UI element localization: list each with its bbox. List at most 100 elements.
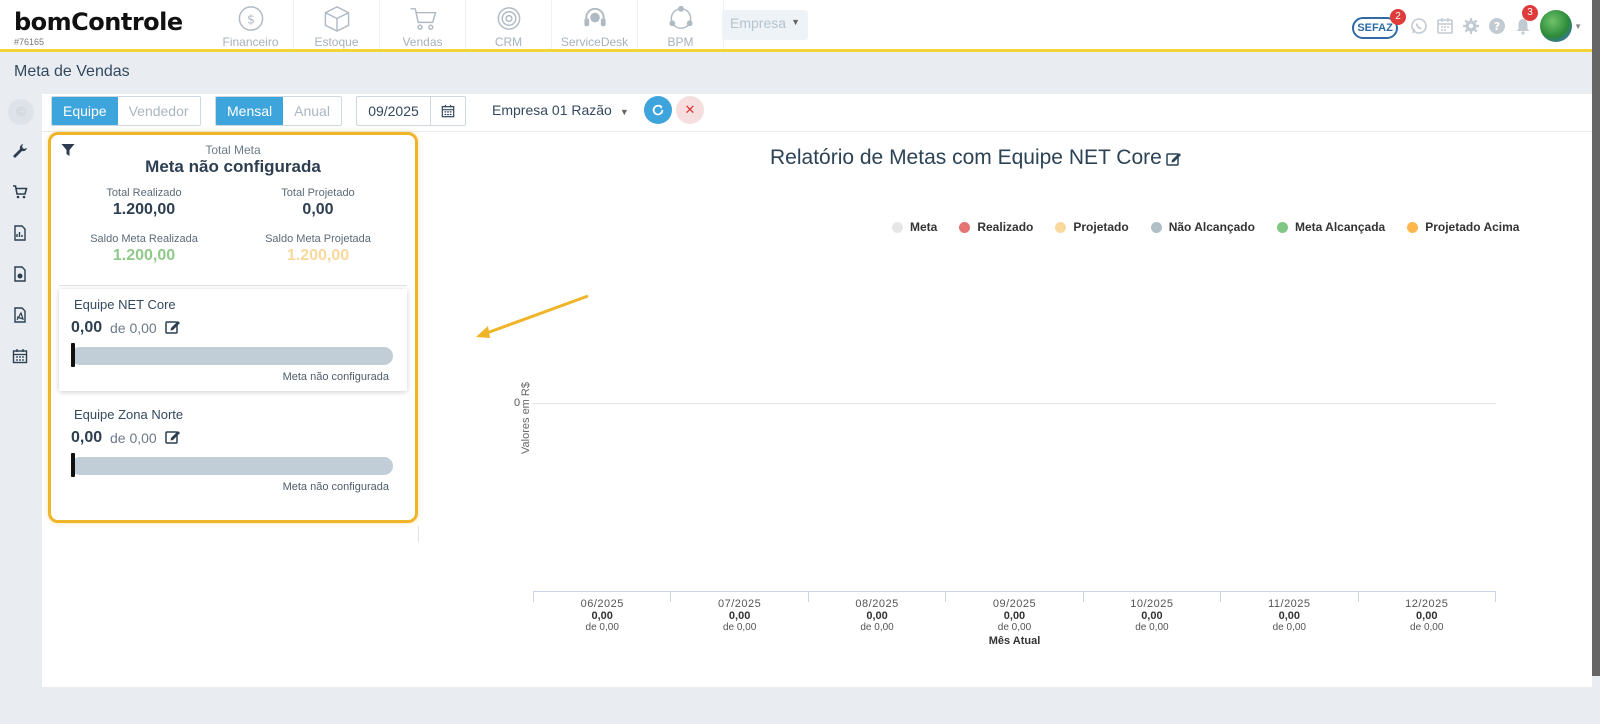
x-category-label: 11/2025 0,00 de 0,00 <box>1221 598 1357 634</box>
team-progress-marker <box>71 453 75 477</box>
legend-label: Meta <box>910 220 938 234</box>
legend-label: Meta Alcançada <box>1294 220 1386 234</box>
top-right-actions: SEFAZ 2 ? 3 ▼ <box>1352 5 1582 44</box>
saldo-realizada-label: Saldo Meta Realizada <box>90 233 198 245</box>
scope-equipe-button[interactable]: Equipe <box>52 97 118 125</box>
calendar-icon <box>1437 18 1453 34</box>
saldo-meta-projetada: Saldo Meta Projetada 1.200,00 <box>233 233 403 265</box>
legend-dot <box>1055 221 1067 233</box>
legend-dot <box>1407 221 1419 233</box>
saldo-realizada-value: 1.200,00 <box>112 247 176 264</box>
company-dropdown-label: Empresa 01 Razão <box>492 102 612 118</box>
x-category-label: 12/2025 0,00 de 0,00 <box>1359 598 1495 634</box>
period-anual-button[interactable]: Anual <box>283 97 341 125</box>
date-picker[interactable]: 09/2025 <box>356 96 466 126</box>
report-file-icon[interactable] <box>12 225 30 243</box>
edit-icon[interactable] <box>1166 151 1182 166</box>
nav-item-financeiro[interactable]: $ Financeiro <box>208 0 294 49</box>
calendar-icon[interactable] <box>12 348 30 366</box>
data-label-target: de 0,00 <box>722 622 757 633</box>
x-category: 06/2025 0,00 de 0,00 <box>533 592 670 633</box>
x-category: 11/2025 0,00 de 0,00 <box>1220 592 1357 633</box>
data-label-value: 0,00 <box>591 610 613 622</box>
chart-title: Relatório de Metas com Equipe NET Core <box>770 146 1182 170</box>
current-month-label: Mês Atual <box>988 635 1041 647</box>
settings-button[interactable] <box>1458 13 1484 39</box>
data-label-target: de 0,00 <box>1272 622 1306 633</box>
company-select[interactable]: Empresa ▼ <box>722 10 808 40</box>
app-logo[interactable]: bomControle <box>14 8 183 36</box>
chart-file-icon[interactable] <box>12 266 30 284</box>
edit-icon[interactable] <box>165 429 181 449</box>
x-category: 09/2025 0,00 de 0,00 Mês Atual <box>945 592 1082 647</box>
goals-summary-card: Total Meta Meta não configurada Total Re… <box>48 132 418 523</box>
x-category-label: 07/2025 0,00 de 0,00 <box>671 598 807 634</box>
data-label-target: de 0,00 <box>997 622 1032 633</box>
legend-dot <box>1276 221 1288 233</box>
clear-filter-button[interactable]: ✕ <box>676 96 704 124</box>
whatsapp-button[interactable] <box>1406 13 1432 39</box>
nav-item-crm[interactable]: CRM <box>466 0 552 49</box>
cart-icon[interactable] <box>12 184 30 202</box>
data-label-value: 0,00 <box>1003 610 1026 622</box>
legend-item-meta-alcancada[interactable]: Meta Alcançada <box>1276 220 1386 234</box>
data-label-target: de 0,00 <box>1135 622 1169 633</box>
team-card-net-core[interactable]: Equipe NET Core 0,00 de 0,00 Meta não co… <box>59 289 407 391</box>
page-scrollbar[interactable] <box>1592 0 1600 676</box>
nav-label: Financeiro <box>222 35 279 49</box>
svg-text:?: ? <box>1494 20 1500 33</box>
company-dropdown[interactable]: Empresa 01 Razão ▼ <box>492 102 629 118</box>
x-tick-label: 09/2025 <box>992 598 1037 610</box>
cart-icon <box>409 8 437 30</box>
calendar-button[interactable] <box>1432 13 1458 39</box>
nav-item-vendas[interactable]: Vendas <box>380 0 466 49</box>
total-projetado-label: Total Projetado <box>281 187 355 199</box>
legend-label: Projetado Acima <box>1425 220 1520 234</box>
notifications-button[interactable]: 3 <box>1510 5 1539 39</box>
x-tick-label: 10/2025 <box>1130 598 1174 610</box>
avatar[interactable] <box>1540 10 1573 42</box>
nav-item-servicedesk[interactable]: ServiceDesk <box>552 0 638 49</box>
x-category-label: 10/2025 0,00 de 0,00 <box>1084 598 1220 634</box>
period-mensal-button[interactable]: Mensal <box>216 97 284 125</box>
sefaz-button[interactable]: SEFAZ 2 <box>1352 9 1407 39</box>
page-title: Meta de Vendas <box>14 63 130 80</box>
legend-dot <box>959 221 971 233</box>
network-icon <box>668 5 693 29</box>
refresh-button[interactable] <box>644 96 672 124</box>
legend-item-projetado-acima[interactable]: Projetado Acima <box>1407 220 1519 234</box>
team-name: Equipe NET Core <box>74 297 176 312</box>
calendar-button[interactable] <box>431 97 465 125</box>
legend-item-meta[interactable]: Meta <box>892 220 937 234</box>
legend-item-nao-alcancado[interactable]: Não Alcançado <box>1150 220 1255 234</box>
legend-item-projetado[interactable]: Projetado <box>1055 220 1129 234</box>
nav-item-bpm[interactable]: BPM <box>638 0 724 49</box>
team-card-zona-norte[interactable]: Equipe Zona Norte 0,00 de 0,00 Meta não … <box>59 399 407 501</box>
caret-down-icon[interactable]: ▼ <box>1574 22 1582 31</box>
close-icon: ✕ <box>684 102 696 117</box>
saldo-projetada-value: 1.200,00 <box>286 247 350 264</box>
wrench-icon[interactable] <box>12 143 30 161</box>
whatsapp-icon <box>1411 18 1427 34</box>
account-id: #76165 <box>14 37 45 47</box>
filter-toolbar: Equipe Vendedor Mensal Anual 09/2025 Emp… <box>42 94 1592 132</box>
team-status: Meta não configurada <box>282 481 389 493</box>
data-label-target: de 0,00 <box>585 622 619 633</box>
date-input[interactable]: 09/2025 <box>357 97 431 125</box>
collapse-circle-icon[interactable]: © <box>8 99 34 125</box>
scope-toggle: Equipe Vendedor <box>51 96 201 126</box>
scope-vendedor-button[interactable]: Vendedor <box>117 97 200 125</box>
annotation-arrow <box>476 294 589 338</box>
legend-label: Não Alcançado <box>1168 220 1255 234</box>
divider <box>418 526 419 542</box>
team-name: Equipe Zona Norte <box>74 407 184 422</box>
nav-item-estoque[interactable]: Estoque <box>294 0 380 49</box>
edit-icon[interactable] <box>165 319 181 339</box>
caret-down-icon: ▼ <box>791 17 800 27</box>
top-bar: bomControle #76165 $ Financeiro Estoque … <box>0 0 1592 52</box>
data-label-value: 0,00 <box>1278 610 1301 622</box>
pdf-file-icon[interactable] <box>12 307 30 325</box>
team-value: 0,00 <box>71 319 103 336</box>
help-button[interactable]: ? <box>1484 13 1510 39</box>
legend-item-realizado[interactable]: Realizado <box>959 220 1033 234</box>
